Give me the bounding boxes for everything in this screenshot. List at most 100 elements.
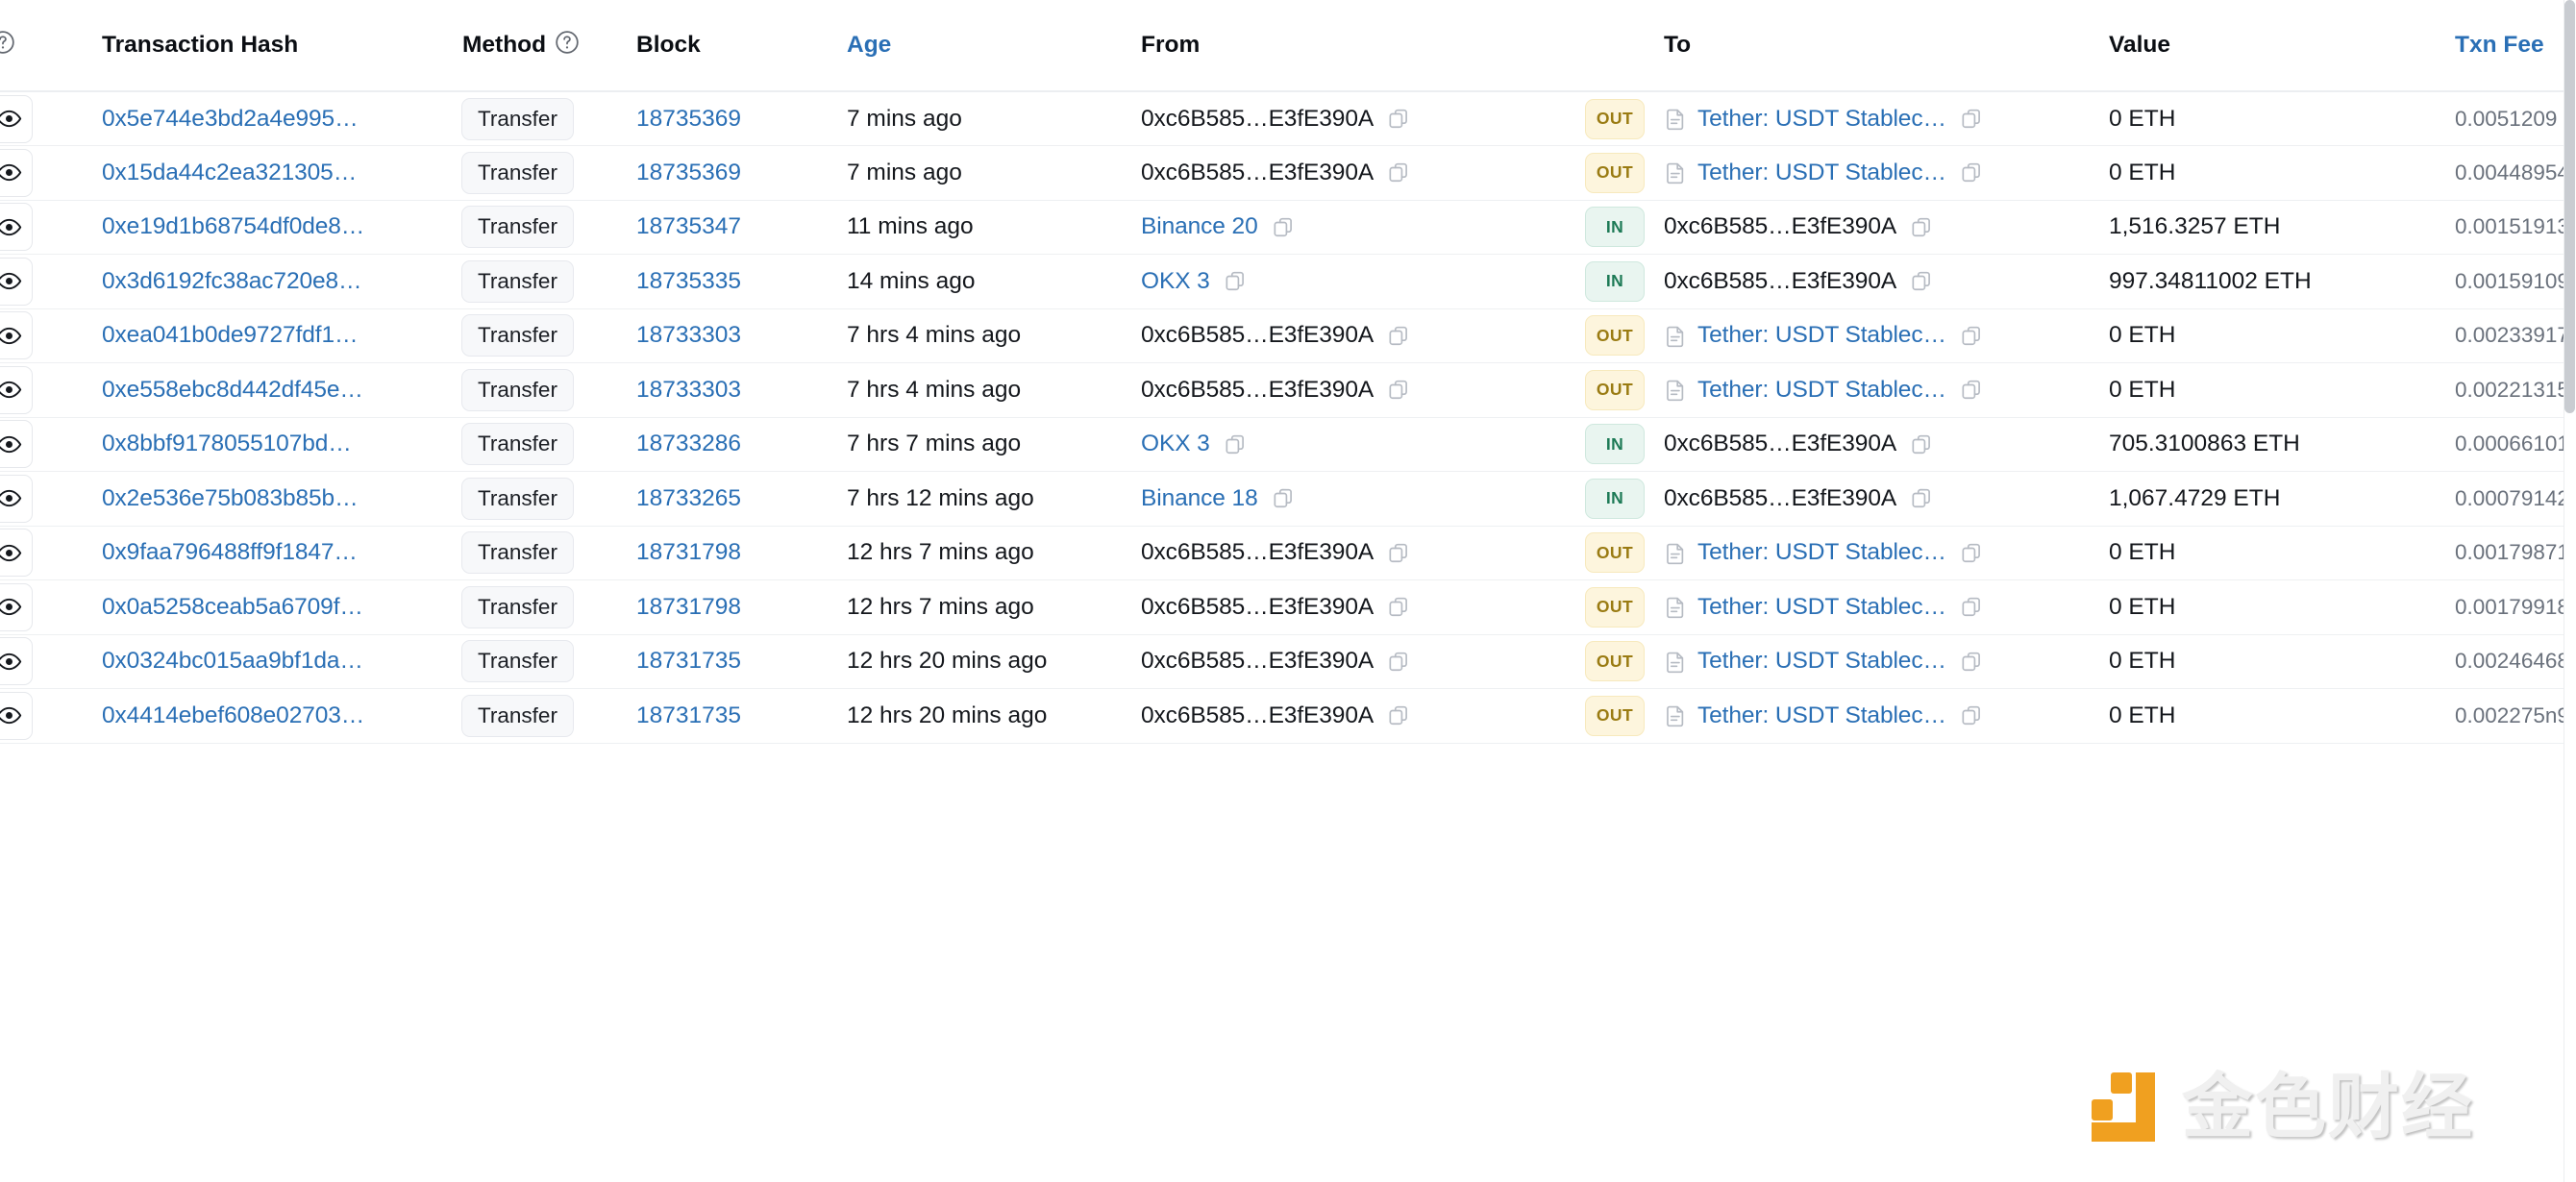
copy-icon[interactable] bbox=[1387, 541, 1411, 565]
copy-icon[interactable] bbox=[1910, 269, 1934, 293]
transaction-hash-link[interactable]: 0x2e536e75b083b85b… bbox=[102, 485, 359, 511]
transaction-hash-link[interactable]: 0x3d6192fc38ac720e8… bbox=[102, 268, 362, 294]
method-badge[interactable]: Transfer bbox=[461, 368, 574, 411]
transaction-hash-link[interactable]: 0x9faa796488ff9f1847… bbox=[102, 539, 358, 565]
block-number-link[interactable]: 18733286 bbox=[631, 431, 741, 456]
vertical-scrollbar-thumb[interactable] bbox=[2564, 0, 2575, 413]
eye-icon[interactable] bbox=[0, 582, 33, 631]
eye-icon[interactable] bbox=[0, 691, 33, 740]
question-mark-circle-icon[interactable] bbox=[555, 30, 580, 62]
transaction-hash-link[interactable]: 0xe558ebc8d442df45e… bbox=[102, 377, 363, 403]
transaction-hash-link[interactable]: 0x0a5258ceab5a6709f… bbox=[102, 594, 363, 620]
block-number-link[interactable]: 18733303 bbox=[631, 322, 741, 348]
method-badge[interactable]: Transfer bbox=[461, 477, 574, 520]
block-number-link[interactable]: 18735347 bbox=[631, 213, 741, 239]
to-address-link[interactable]: Tether: USDT Stablec… bbox=[1697, 648, 1946, 675]
cell-method: Transfer bbox=[459, 417, 631, 472]
cell-to: Tether: USDT Stablec… bbox=[1662, 526, 2105, 580]
copy-icon[interactable] bbox=[1960, 650, 1984, 674]
eye-icon[interactable] bbox=[0, 257, 33, 306]
copy-icon[interactable] bbox=[1910, 486, 1934, 510]
copy-icon[interactable] bbox=[1910, 432, 1934, 456]
eye-icon[interactable] bbox=[0, 529, 33, 578]
copy-icon[interactable] bbox=[1387, 160, 1411, 185]
question-mark-circle-icon[interactable] bbox=[0, 30, 15, 62]
eye-icon[interactable] bbox=[0, 637, 33, 686]
copy-icon[interactable] bbox=[1960, 541, 1984, 565]
copy-icon[interactable] bbox=[1910, 215, 1934, 239]
method-badge[interactable]: Transfer bbox=[461, 423, 574, 466]
copy-icon[interactable] bbox=[1960, 595, 1984, 619]
block-number-link[interactable]: 18731798 bbox=[631, 539, 741, 565]
method-badge[interactable]: Transfer bbox=[461, 97, 574, 140]
copy-icon[interactable] bbox=[1960, 703, 1984, 727]
eye-icon[interactable] bbox=[0, 203, 33, 252]
from-address-link[interactable]: OKX 3 bbox=[1141, 431, 1210, 457]
method-badge[interactable]: Transfer bbox=[461, 640, 574, 683]
block-number-link[interactable]: 18731735 bbox=[631, 648, 741, 674]
txn-fee-text: 0.00221315 bbox=[2455, 377, 2569, 402]
to-address-link[interactable]: Tether: USDT Stablec… bbox=[1697, 106, 1946, 133]
eye-icon[interactable] bbox=[0, 94, 33, 143]
column-header-age[interactable]: Age bbox=[837, 0, 1135, 92]
method-badge[interactable]: Transfer bbox=[461, 259, 574, 303]
to-address-link[interactable]: Tether: USDT Stablec… bbox=[1697, 702, 1946, 729]
eye-icon[interactable] bbox=[0, 148, 33, 197]
cell-age: 7 hrs 7 mins ago bbox=[837, 417, 1135, 472]
from-address-link[interactable]: Binance 20 bbox=[1141, 213, 1258, 240]
transaction-hash-link[interactable]: 0x15da44c2ea321305… bbox=[102, 160, 357, 185]
transaction-hash-link[interactable]: 0x0324bc015aa9bf1da… bbox=[102, 648, 363, 674]
from-address-link[interactable]: Binance 18 bbox=[1141, 485, 1258, 512]
block-number-link[interactable]: 18731798 bbox=[631, 594, 741, 620]
eye-icon[interactable] bbox=[0, 365, 33, 414]
block-number-link[interactable]: 18735369 bbox=[631, 160, 741, 185]
transaction-hash-link[interactable]: 0x4414ebef608e02703… bbox=[102, 702, 364, 728]
to-address-link[interactable]: Tether: USDT Stablec… bbox=[1697, 160, 1946, 186]
copy-icon[interactable] bbox=[1387, 703, 1411, 727]
to-address-link[interactable]: Tether: USDT Stablec… bbox=[1697, 594, 1946, 621]
cell-to: 0xc6B585…E3fE390A bbox=[1662, 254, 2105, 309]
copy-icon[interactable] bbox=[1224, 432, 1248, 456]
transaction-hash-link[interactable]: 0x5e744e3bd2a4e995… bbox=[102, 106, 359, 132]
copy-icon[interactable] bbox=[1224, 269, 1248, 293]
cell-preview bbox=[0, 417, 65, 472]
transaction-hash-link[interactable]: 0xe19d1b68754df0de8… bbox=[102, 213, 364, 239]
method-badge[interactable]: Transfer bbox=[461, 531, 574, 575]
table-row: 0x2e536e75b083b85b… Transfer 18733265 7 hrs… bbox=[0, 471, 2576, 527]
transaction-hash-link[interactable]: 0x8bbf9178055107bd… bbox=[102, 431, 352, 456]
method-badge[interactable]: Transfer bbox=[461, 694, 574, 737]
block-number-link[interactable]: 18733303 bbox=[631, 377, 741, 403]
copy-icon[interactable] bbox=[1387, 324, 1411, 348]
eye-icon[interactable] bbox=[0, 474, 33, 523]
copy-icon[interactable] bbox=[1272, 486, 1296, 510]
eye-icon[interactable] bbox=[0, 420, 33, 469]
column-header-txn-fee[interactable]: Txn Fee bbox=[2451, 0, 2576, 92]
transaction-hash-link[interactable]: 0xea041b0de9727fdf1… bbox=[102, 322, 358, 348]
block-number-link[interactable]: 18735335 bbox=[631, 268, 741, 294]
to-address-link[interactable]: Tether: USDT Stablec… bbox=[1697, 377, 1946, 404]
copy-icon[interactable] bbox=[1960, 378, 1984, 402]
copy-icon[interactable] bbox=[1960, 160, 1984, 185]
method-badge[interactable]: Transfer bbox=[461, 585, 574, 628]
to-address-link[interactable]: Tether: USDT Stablec… bbox=[1697, 322, 1946, 349]
method-badge[interactable]: Transfer bbox=[461, 151, 574, 194]
block-number-link[interactable]: 18735369 bbox=[631, 106, 741, 132]
copy-icon[interactable] bbox=[1387, 378, 1411, 402]
cell-block: 18735369 bbox=[631, 91, 837, 146]
method-badge[interactable]: Transfer bbox=[461, 206, 574, 249]
block-number-link[interactable]: 18733265 bbox=[631, 485, 741, 511]
to-address-link[interactable]: Tether: USDT Stablec… bbox=[1697, 539, 1946, 566]
copy-icon[interactable] bbox=[1387, 650, 1411, 674]
copy-icon[interactable] bbox=[1387, 595, 1411, 619]
copy-icon[interactable] bbox=[1272, 215, 1296, 239]
from-address-link[interactable]: OKX 3 bbox=[1141, 268, 1210, 295]
cell-direction: OUT bbox=[1585, 688, 1662, 744]
eye-icon[interactable] bbox=[0, 311, 33, 360]
copy-icon[interactable] bbox=[1960, 324, 1984, 348]
copy-icon[interactable] bbox=[1387, 107, 1411, 131]
copy-icon[interactable] bbox=[1960, 107, 1984, 131]
block-number-link[interactable]: 18731735 bbox=[631, 702, 741, 728]
method-badge[interactable]: Transfer bbox=[461, 314, 574, 357]
cell-preview bbox=[0, 634, 65, 689]
vertical-scrollbar-track[interactable] bbox=[2564, 0, 2576, 1182]
